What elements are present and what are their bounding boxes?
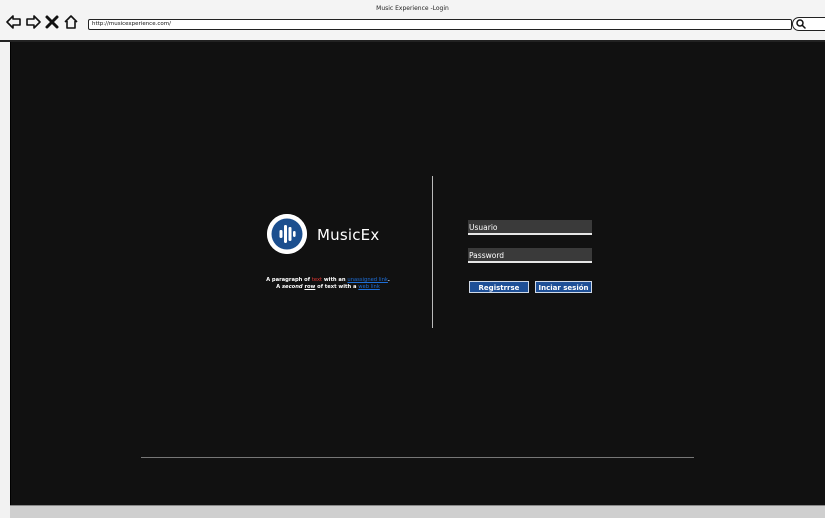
brand-name: MusicEx [317, 226, 380, 244]
footer-divider [141, 457, 694, 458]
paragraph-line-1: A paragraph of text with an unassigned l… [233, 277, 423, 284]
username-input[interactable] [469, 223, 587, 232]
window-title: Music Experience -Login [376, 5, 449, 12]
web-link[interactable]: web link [358, 284, 380, 290]
unassigned-link[interactable]: unassigned link [347, 277, 388, 283]
register-button[interactable]: Registrrse [469, 281, 529, 293]
vertical-divider [432, 176, 433, 328]
paragraph-text: with an [322, 277, 348, 283]
login-button[interactable]: Inciar sesión [535, 281, 592, 293]
intro-paragraph: A paragraph of text with an unassigned l… [233, 277, 423, 291]
browser-chrome: Music Experience -Login http://musicexpe… [0, 0, 825, 42]
nav-controls [6, 14, 79, 30]
paragraph-text: of text with a [315, 284, 359, 290]
home-icon[interactable] [63, 14, 79, 30]
search-icon [796, 19, 806, 29]
paragraph-underlined-text: row [304, 284, 316, 290]
paragraph-red-text: text [311, 277, 323, 283]
audio-bars-icon [267, 214, 307, 254]
paragraph-italic-text: second [281, 284, 303, 290]
forward-arrow-icon[interactable] [25, 14, 41, 30]
brand-logo: MusicEx [265, 212, 385, 256]
paragraph-text: . [387, 277, 390, 283]
paragraph-line-2: A second row of text with a web link [233, 284, 423, 291]
address-bar[interactable]: http://musicexperience.com/ [88, 19, 792, 30]
page-viewport: MusicEx A paragraph of text with an unas… [10, 42, 825, 505]
paragraph-text: A paragraph of [266, 277, 312, 283]
close-icon[interactable] [44, 14, 60, 30]
back-arrow-icon[interactable] [6, 14, 22, 30]
password-input[interactable] [469, 251, 587, 260]
browser-search-box[interactable] [792, 17, 825, 31]
browser-status-bar [10, 505, 825, 518]
username-field[interactable] [468, 220, 592, 235]
password-field[interactable] [468, 248, 592, 263]
